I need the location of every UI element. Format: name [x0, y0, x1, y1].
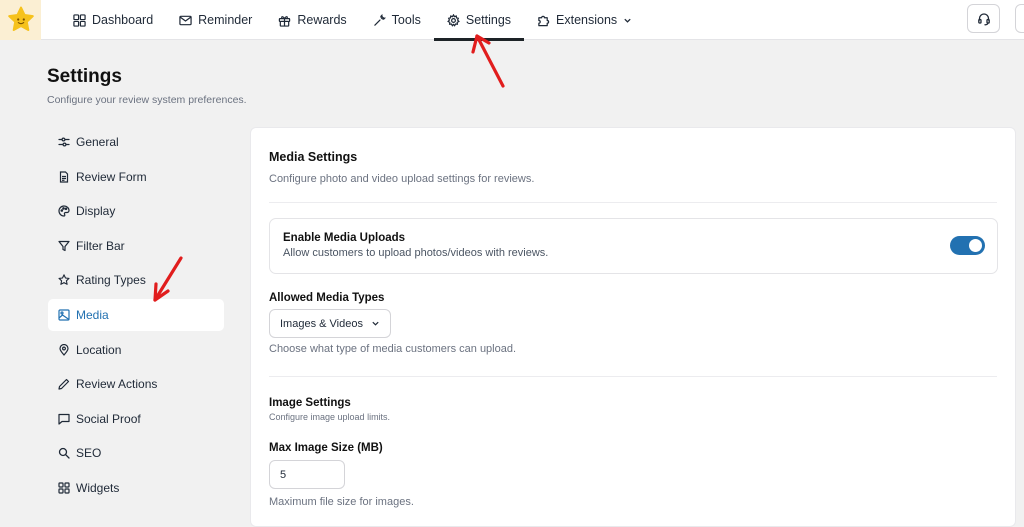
- toggle-description: Allow customers to upload photos/videos …: [283, 247, 549, 259]
- nav-label: Extensions: [556, 13, 618, 27]
- filter-icon: [58, 240, 70, 251]
- image-icon: [58, 309, 70, 321]
- gift-icon: [279, 15, 291, 27]
- wrench-icon: [373, 13, 386, 26]
- sidebar-item-general[interactable]: General: [48, 126, 224, 158]
- sidebar-item-label: General: [76, 135, 119, 149]
- puzzle-icon: [538, 15, 550, 26]
- gear-icon: [447, 13, 460, 27]
- nav-label: Tools: [391, 13, 421, 27]
- sidebar-item-seo[interactable]: SEO: [48, 437, 224, 469]
- nav-rewards[interactable]: Rewards: [265, 0, 359, 40]
- document-icon: [59, 170, 69, 183]
- sidebar-item-social-proof[interactable]: Social Proof: [48, 403, 224, 435]
- sidebar-item-rating-types[interactable]: Rating Types: [48, 264, 224, 296]
- toggle-knob: [969, 239, 982, 252]
- search-icon: [58, 448, 70, 459]
- sidebar-item-label: Widgets: [76, 480, 120, 495]
- sidebar-item-label: Media: [76, 307, 109, 322]
- divider: [269, 376, 997, 377]
- top-nav-bar: Dashboard Reminder Rewards Tools Setting…: [0, 0, 1024, 41]
- max-image-size-input[interactable]: [269, 460, 345, 489]
- star-logo-icon: [7, 6, 34, 31]
- nav-dashboard[interactable]: Dashboard: [60, 0, 166, 40]
- sidebar-item-label: Review Actions: [76, 377, 158, 392]
- app-logo[interactable]: [0, 0, 41, 40]
- nav-tools[interactable]: Tools: [360, 0, 434, 40]
- enable-media-uploads-row: Enable Media Uploads Allow customers to …: [269, 218, 998, 274]
- headset-icon: [977, 12, 990, 25]
- nav-label: Rewards: [297, 13, 347, 27]
- max-image-size-label: Max Image Size (MB): [269, 442, 383, 454]
- nav-label: Reminder: [198, 13, 253, 27]
- toggle-title: Enable Media Uploads: [283, 232, 406, 244]
- sidebar-item-label: Filter Bar: [76, 238, 125, 253]
- allowed-media-types-help: Choose what type of media customers can …: [269, 343, 517, 355]
- divider: [269, 202, 997, 203]
- nav-reminder[interactable]: Reminder: [166, 0, 265, 40]
- more-button[interactable]: [1015, 4, 1024, 33]
- image-settings-title: Image Settings: [269, 397, 351, 409]
- nav-label: Settings: [465, 13, 512, 27]
- palette-icon: [58, 205, 70, 217]
- sidebar-item-label: Display: [76, 204, 116, 219]
- page-title: Settings: [47, 66, 122, 87]
- sidebar-item-widgets[interactable]: Widgets: [48, 472, 224, 504]
- select-value: Images & Videos: [280, 317, 363, 330]
- chevron-down-icon: [624, 18, 631, 23]
- allowed-media-types-label: Allowed Media Types: [269, 292, 385, 304]
- sidebar-item-display[interactable]: Display: [48, 195, 224, 227]
- sidebar-item-label: Location: [76, 342, 122, 357]
- page-subtitle: Configure your review system preferences…: [47, 94, 247, 106]
- message-icon: [58, 413, 70, 425]
- sidebar-item-label: Rating Types: [76, 273, 146, 288]
- sidebar-item-label: Review Form: [76, 169, 147, 184]
- main-nav: Dashboard Reminder Rewards Tools Setting…: [60, 0, 645, 41]
- sidebar-item-location[interactable]: Location: [48, 334, 224, 366]
- chevron-down-icon: [372, 321, 379, 326]
- sidebar-item-review-actions[interactable]: Review Actions: [48, 368, 224, 400]
- sidebar-item-label: Social Proof: [76, 411, 141, 426]
- sidebar-item-label: SEO: [76, 446, 102, 461]
- grid-icon: [58, 482, 70, 494]
- star-icon: [58, 274, 70, 286]
- nav-label: Dashboard: [92, 13, 154, 27]
- section-subtitle: Configure photo and video upload setting…: [269, 173, 535, 185]
- nav-extensions[interactable]: Extensions: [524, 0, 645, 40]
- media-settings-card: Media Settings Configure photo and video…: [250, 127, 1016, 527]
- pencil-icon: [58, 379, 70, 390]
- settings-sidebar: General Review Form Display Filter Bar R…: [48, 126, 224, 507]
- sidebar-item-review-form[interactable]: Review Form: [48, 161, 224, 193]
- map-pin-icon: [59, 343, 69, 356]
- allowed-media-types-select[interactable]: Images & Videos: [269, 309, 391, 338]
- section-title: Media Settings: [269, 150, 358, 164]
- sidebar-item-media[interactable]: Media: [48, 298, 224, 331]
- image-settings-subtitle: Configure image upload limits.: [269, 412, 391, 422]
- sidebar-item-filter-bar[interactable]: Filter Bar: [48, 230, 224, 262]
- mail-icon: [179, 15, 192, 25]
- nav-settings[interactable]: Settings: [433, 0, 525, 41]
- dashboard-icon: [73, 13, 86, 27]
- sliders-icon: [58, 137, 70, 147]
- support-button[interactable]: [967, 4, 1000, 33]
- max-image-size-help: Maximum file size for images.: [269, 496, 414, 508]
- enable-media-uploads-toggle[interactable]: [950, 236, 985, 255]
